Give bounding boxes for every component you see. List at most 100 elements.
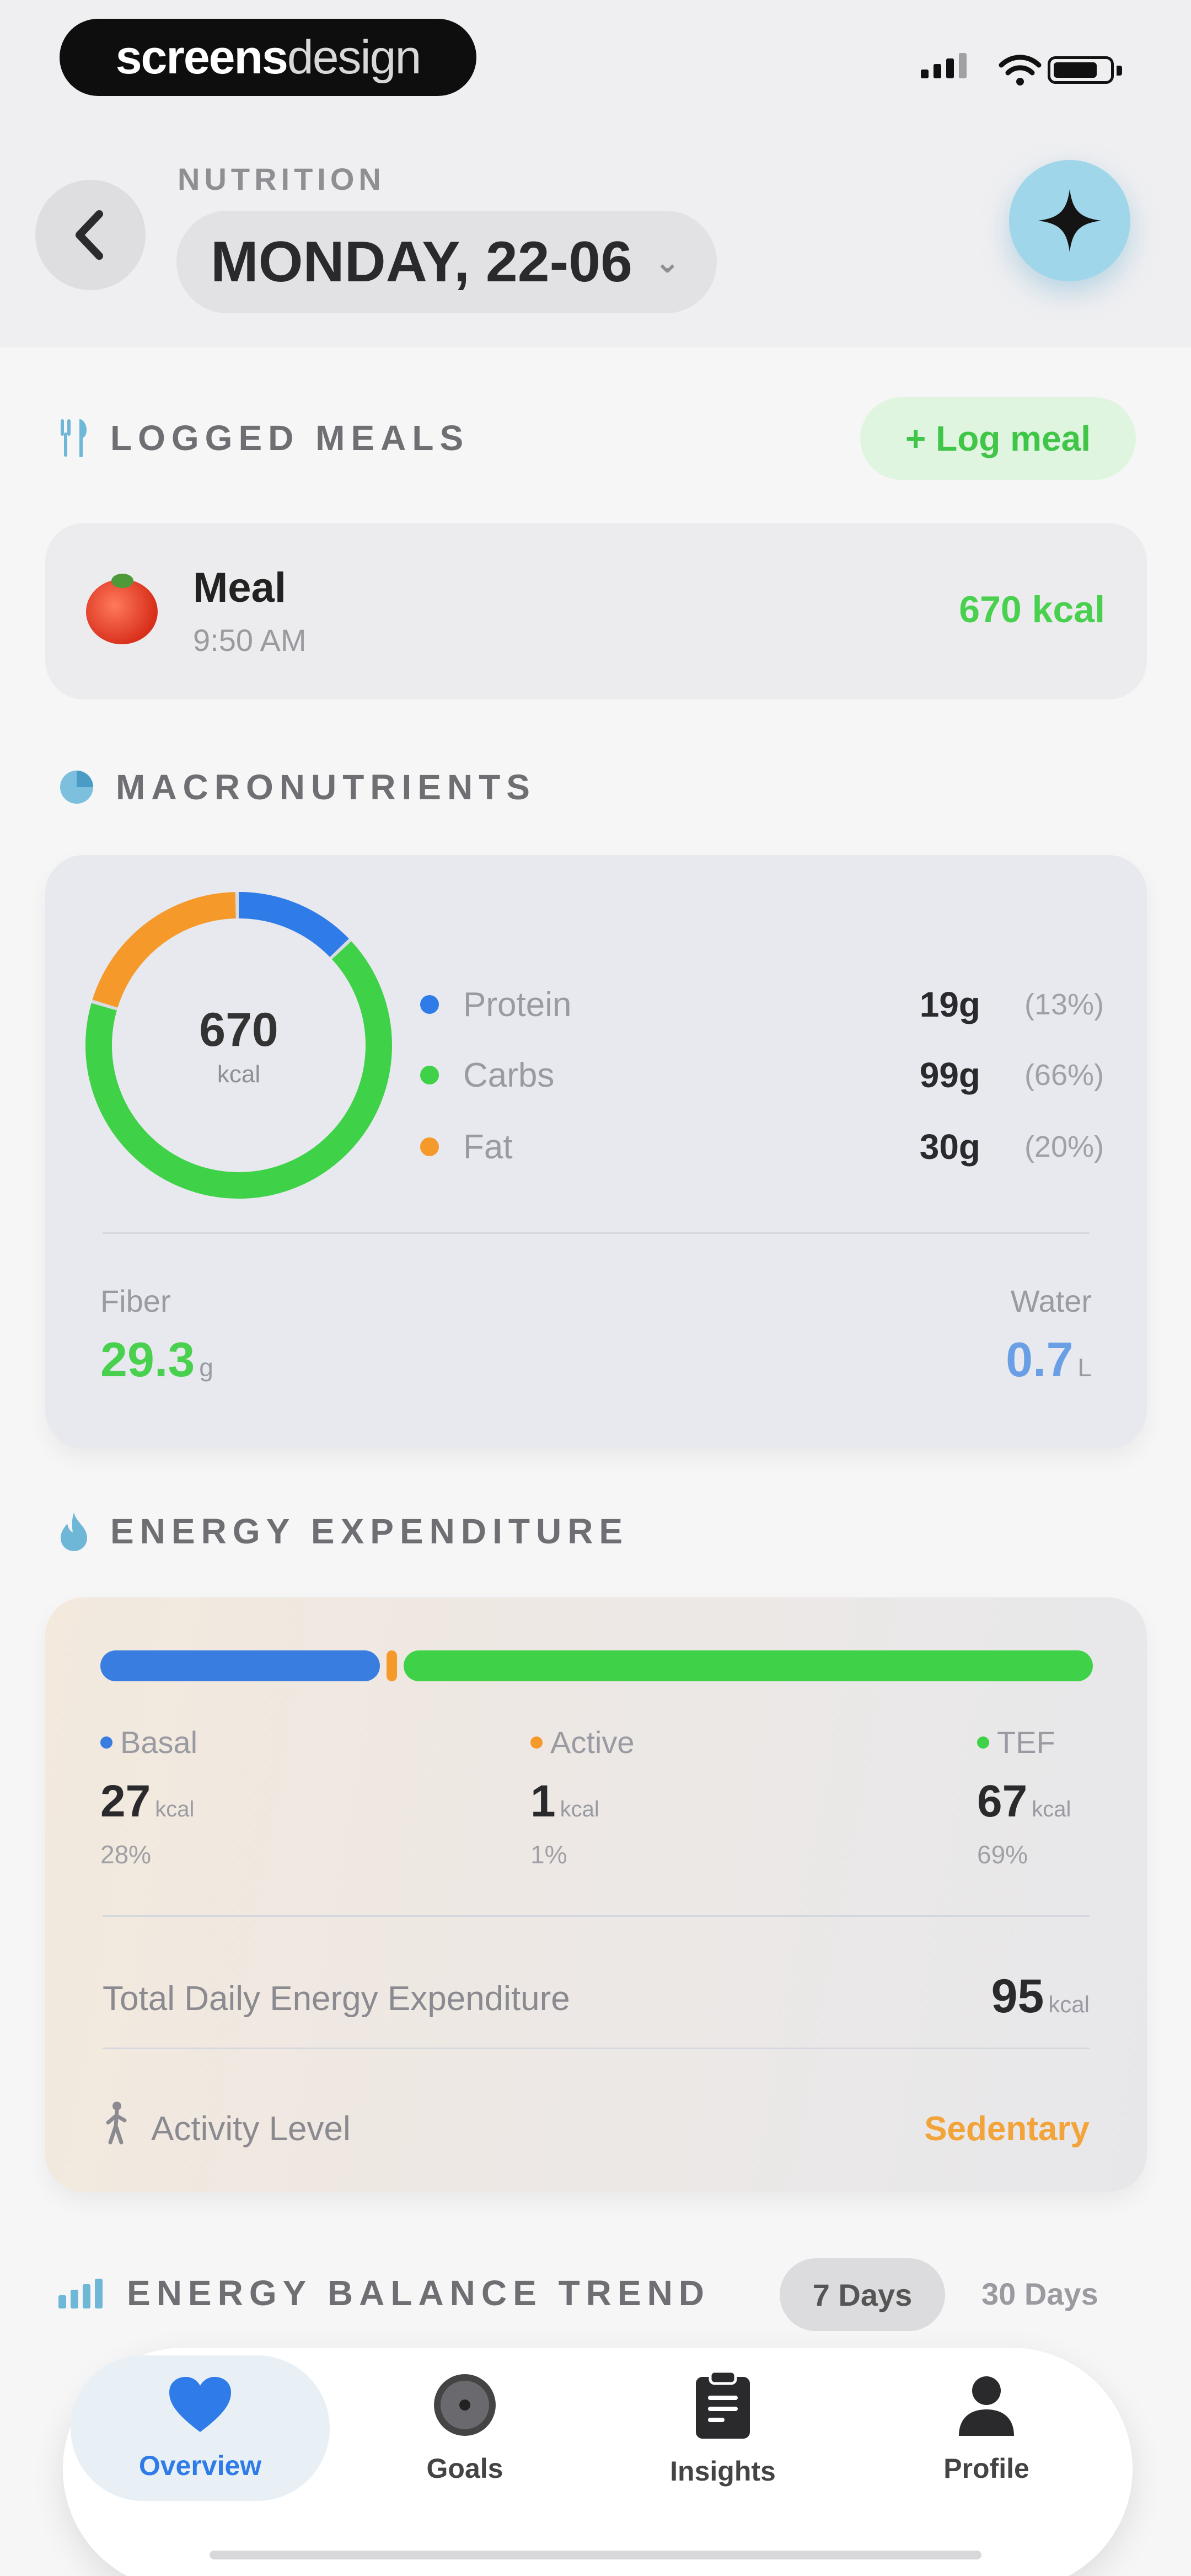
energy-balance-trend-title: ENERGY BALANCE TREND [127, 2273, 710, 2313]
fat-dot [420, 1137, 439, 1156]
logged-meals-header: LOGGED MEALS [57, 417, 469, 459]
person-icon [959, 2376, 1014, 2436]
carbs-dot [420, 1066, 439, 1084]
range-30-days[interactable]: 30 Days [981, 2276, 1098, 2312]
back-button[interactable] [35, 180, 146, 290]
water-value: 0.7 L [1006, 1332, 1092, 1388]
active-value: 1 [530, 1776, 556, 1826]
tab-goals[interactable]: Goals [335, 2355, 594, 2501]
tef-unit: kcal [1032, 1797, 1071, 1821]
tab-label: Profile [943, 2453, 1029, 2484]
meal-time: 9:50 AM [193, 623, 307, 658]
active-dot [530, 1736, 543, 1749]
macro-grams: 19g [919, 985, 980, 1024]
chevron-down-icon: ⌄ [654, 244, 680, 279]
water-number: 0.7 [1006, 1332, 1074, 1387]
brand-bold: screens [115, 30, 288, 84]
active-label: Active [550, 1725, 635, 1760]
tab-overview[interactable]: Overview [71, 2355, 330, 2501]
log-meal-button[interactable]: + Log meal [860, 397, 1136, 480]
macronutrients-title: MACRONUTRIENTS [116, 767, 536, 807]
tef-label: TEF [997, 1725, 1055, 1760]
home-indicator [210, 2551, 981, 2559]
macro-grams: 30g [919, 1127, 980, 1167]
basal-percent: 28% [100, 1840, 152, 1869]
protein-dot [420, 995, 439, 1014]
activity-level-label: Activity Level [151, 2110, 351, 2148]
tdee-unit: kcal [1048, 1991, 1090, 2017]
basal-value: 27 [100, 1776, 151, 1826]
tab-label: Insights [670, 2456, 776, 2487]
energy-basal: Basal 27 kcal 28% [100, 1724, 197, 1869]
meal-name: Meal [193, 564, 286, 611]
basal-label: Basal [120, 1725, 198, 1760]
fiber-number: 29.3 [100, 1332, 195, 1387]
brand-badge: screens design [60, 19, 476, 96]
target-icon [434, 2374, 496, 2436]
date-selector[interactable]: MONDAY, 22-06 ⌄ [176, 211, 717, 313]
fork-knife-icon [61, 419, 87, 457]
brand-light: design [287, 30, 421, 84]
tomato-icon [86, 574, 158, 644]
divider [103, 2048, 1090, 2049]
page-kicker: NUTRITION [178, 162, 385, 196]
water-unit: L [1077, 1353, 1092, 1382]
pie-chart-icon [60, 771, 93, 804]
energy-bar-basal [100, 1650, 380, 1681]
macro-row-fat: Fat 30g (20%) [420, 1122, 1104, 1172]
tdee-number: 95 [991, 1970, 1044, 2023]
active-percent: 1% [530, 1840, 567, 1869]
macro-name: Protein [463, 985, 572, 1024]
flame-icon [61, 1513, 87, 1551]
tab-insights[interactable]: Insights [593, 2355, 852, 2501]
macro-percent: (13%) [1024, 988, 1104, 1021]
meal-card[interactable]: Meal 9:50 AM 670 kcal [45, 523, 1147, 699]
macro-row-carbs: Carbs 99g (66%) [420, 1050, 1104, 1100]
activity-level-value[interactable]: Sedentary [924, 2109, 1090, 2149]
energy-balance-trend-header: ENERGY BALANCE TREND [57, 2273, 710, 2313]
energy-expenditure-card: Basal 27 kcal 28% Active 1 kcal 1% TEF 67 k… [45, 1597, 1147, 2192]
ai-assistant-button[interactable] [1009, 160, 1130, 281]
energy-expenditure-title: ENERGY EXPENDITURE [110, 1511, 629, 1551]
tdee-value: 95 kcal [991, 1969, 1090, 2024]
tdee-label: Total Daily Energy Expenditure [103, 1980, 570, 2018]
walking-figure-icon [106, 2102, 127, 2145]
macro-row-protein: Protein 19g (13%) [420, 980, 1104, 1029]
divider [103, 1232, 1090, 1234]
chevron-left-icon [76, 210, 103, 260]
tef-percent: 69% [977, 1840, 1028, 1869]
heart-icon [169, 2377, 231, 2432]
wifi-icon [999, 55, 1042, 85]
status-bar [882, 50, 1122, 88]
meal-kcal: 670 kcal [959, 589, 1105, 630]
sparkle-icon [1038, 189, 1102, 253]
tab-label: Goals [426, 2453, 503, 2484]
macro-name: Fat [463, 1127, 513, 1166]
divider [103, 1915, 1090, 1917]
water-label: Water [1010, 1284, 1092, 1318]
energy-bar-tef [403, 1650, 1093, 1681]
tab-label: Overview [138, 2450, 262, 2481]
macronutrients-header: MACRONUTRIENTS [57, 767, 536, 808]
tab-bar: Overview Goals Insights Profile [63, 2348, 1133, 2576]
fiber-value: 29.3 g [100, 1332, 213, 1388]
basal-unit: kcal [155, 1797, 195, 1821]
bar-chart-icon [58, 2279, 103, 2308]
battery-icon [1048, 56, 1122, 84]
fiber-label: Fiber [100, 1284, 171, 1318]
energy-tef: TEF 67 kcal 69% [977, 1724, 1071, 1869]
total-kcal: 670 [199, 1003, 278, 1056]
energy-bar-active [387, 1650, 397, 1681]
macro-percent: (20%) [1024, 1130, 1104, 1163]
tef-dot [977, 1736, 989, 1749]
energy-active: Active 1 kcal 1% [530, 1724, 635, 1869]
range-7-days[interactable]: 7 Days [780, 2258, 945, 2331]
tef-value: 67 [977, 1776, 1028, 1826]
macro-grams: 99g [919, 1055, 980, 1095]
tab-profile[interactable]: Profile [857, 2355, 1116, 2501]
macro-percent: (66%) [1024, 1059, 1104, 1092]
macro-name: Carbs [463, 1056, 555, 1094]
logged-meals-title: LOGGED MEALS [110, 418, 470, 458]
energy-expenditure-header: ENERGY EXPENDITURE [57, 1510, 629, 1552]
basal-dot [100, 1736, 112, 1749]
